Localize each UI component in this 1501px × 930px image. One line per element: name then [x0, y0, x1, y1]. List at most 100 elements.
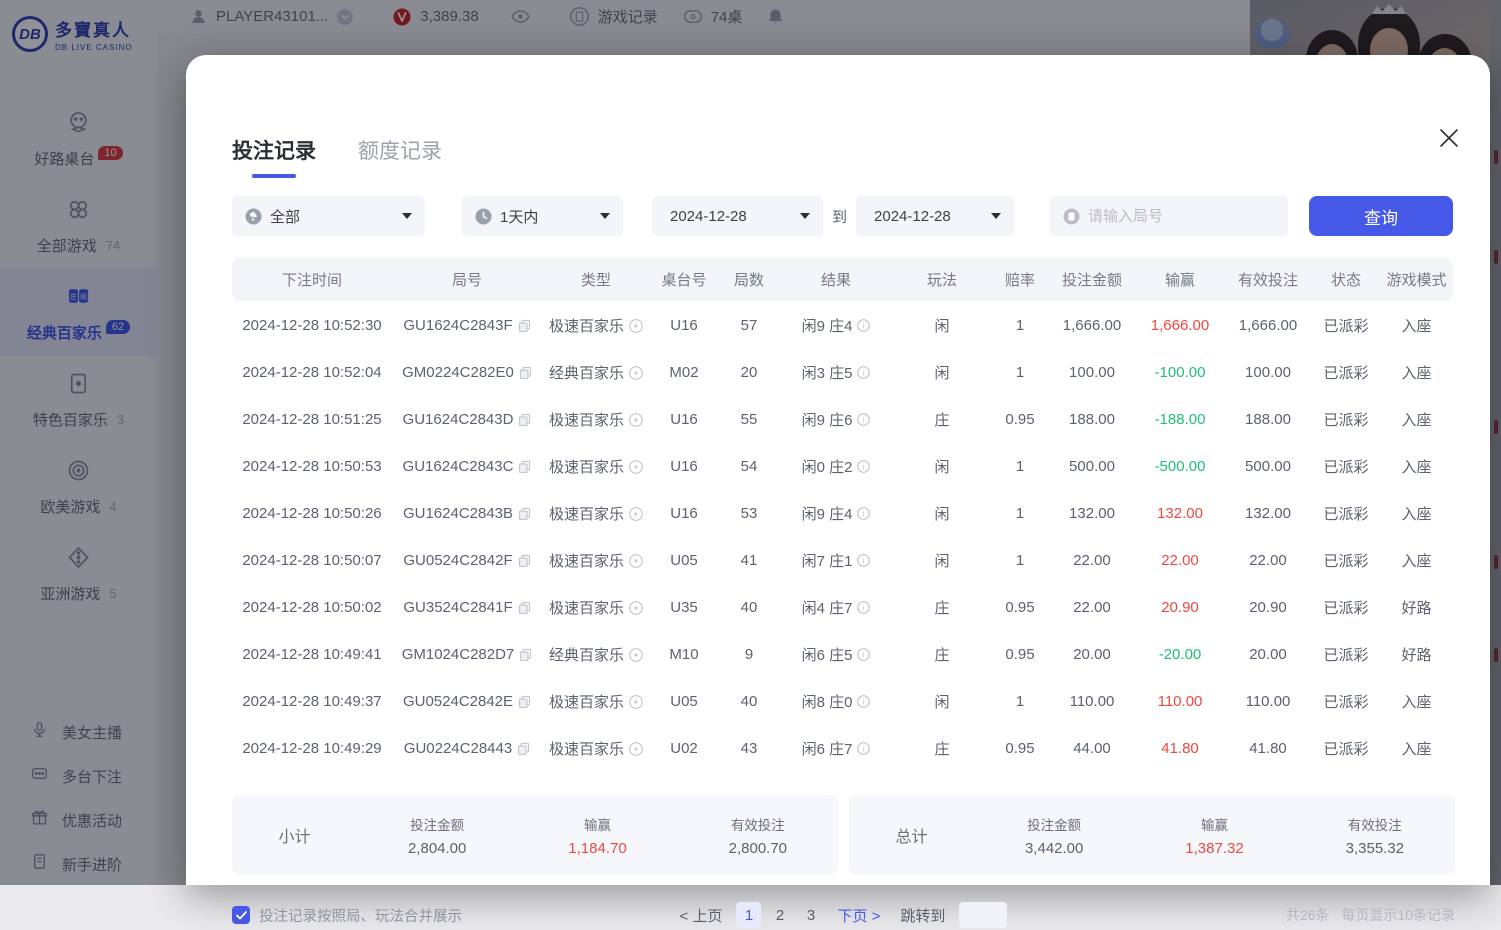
status-cell: 已派彩: [1312, 597, 1380, 618]
query-button[interactable]: 查询: [1309, 196, 1453, 236]
odds-cell: 0.95: [992, 599, 1048, 616]
play-icon[interactable]: [629, 413, 643, 427]
valid-bet-cell: 110.00: [1224, 693, 1312, 710]
close-icon[interactable]: [1434, 123, 1464, 153]
play-icon[interactable]: [629, 742, 643, 756]
copy-icon[interactable]: [518, 507, 531, 520]
date-to-picker[interactable]: 2024-12-28: [856, 196, 1014, 236]
play-icon[interactable]: [629, 319, 643, 333]
merge-records-checkbox[interactable]: [232, 906, 250, 924]
subtotal-bet-value: 2,804.00: [357, 840, 517, 857]
result-cell-text: 闲6 庄5: [802, 644, 853, 665]
info-icon[interactable]: i: [857, 319, 870, 332]
round-no-cell: 40: [718, 599, 780, 616]
table-header-cell: 玩法: [892, 269, 992, 290]
play-icon[interactable]: [629, 507, 643, 521]
pagination-page[interactable]: 3: [798, 902, 823, 928]
tab-inactive[interactable]: 额度记录: [358, 135, 442, 178]
bet-amount-cell: 1,666.00: [1048, 317, 1136, 334]
info-icon[interactable]: i: [857, 601, 870, 614]
copy-icon[interactable]: [518, 413, 531, 426]
round-id-cell: GM1024C282D7: [392, 646, 542, 663]
play-icon[interactable]: [629, 554, 643, 568]
info-icon[interactable]: i: [857, 460, 870, 473]
total-label: 总计: [849, 823, 974, 847]
total-win-value: 1,387.32: [1134, 840, 1294, 857]
bet-time-cell: 2024-12-28 10:50:02: [232, 599, 392, 616]
table-body: 2024-12-28 10:52:30GU1624C2843F极速百家乐U165…: [232, 302, 1453, 772]
table-header-cell: 游戏模式: [1380, 269, 1453, 290]
play-icon[interactable]: [629, 648, 643, 662]
result-cell-text: 闲9 庄4: [802, 315, 853, 336]
game-mode-cell: 入座: [1380, 550, 1453, 571]
copy-icon[interactable]: [519, 648, 532, 661]
info-icon[interactable]: i: [857, 413, 870, 426]
game-type-cell: 极速百家乐: [542, 597, 650, 618]
info-icon[interactable]: i: [857, 554, 870, 567]
result-cell: 闲9 庄4 i: [780, 315, 892, 336]
table-row: 2024-12-28 10:50:53GU1624C2843C极速百家乐U165…: [232, 443, 1453, 490]
bet-amount-label: 投注金额: [974, 814, 1134, 834]
round-no-cell: 20: [718, 364, 780, 381]
round-id-cell: GM0224C282E0: [392, 364, 542, 381]
pagination-next[interactable]: 下页 >: [837, 905, 880, 926]
game-mode-cell: 入座: [1380, 456, 1453, 477]
odds-cell: 0.95: [992, 411, 1048, 428]
pagination-prev[interactable]: < 上页: [680, 905, 723, 926]
play-icon[interactable]: [629, 460, 643, 474]
tab-active[interactable]: 投注记录: [232, 135, 316, 178]
pagination-jump-label: 跳转到: [900, 905, 945, 926]
game-type-cell: 极速百家乐: [542, 738, 650, 759]
copy-icon[interactable]: [518, 460, 531, 473]
result-cell: 闲9 庄4i: [780, 503, 892, 524]
play-icon[interactable]: [629, 366, 643, 380]
table-header-cell: 投注金额: [1048, 269, 1136, 290]
round-id-cell-text: GU1624C2843D: [403, 411, 514, 428]
odds-cell: 1: [992, 364, 1048, 381]
result-cell: 闲0 庄2 i: [780, 456, 892, 477]
per-page-info: 每页显示10条记录: [1341, 905, 1455, 925]
copy-icon[interactable]: [518, 695, 531, 708]
round-id-cell: GU1624C2843C: [392, 458, 542, 475]
game-mode-cell: 入座: [1380, 315, 1453, 336]
copy-icon[interactable]: [518, 319, 531, 332]
play-icon[interactable]: [629, 695, 643, 709]
game-type-cell-text: 经典百家乐: [549, 362, 624, 383]
game-type-select[interactable]: 全部: [232, 196, 425, 236]
modal-footer: 投注记录按照局、玩法合并展示 < 上页 123 下页 > 跳转到 共26条 每页…: [232, 900, 1455, 930]
pagination-page[interactable]: 2: [767, 902, 792, 928]
info-icon[interactable]: i: [857, 742, 870, 755]
total-valid-value: 3,355.32: [1295, 840, 1455, 857]
info-icon[interactable]: i: [857, 366, 870, 379]
round-search-input[interactable]: [1088, 208, 1258, 225]
valid-bet-cell: 22.00: [1224, 552, 1312, 569]
round-no-cell: 55: [718, 411, 780, 428]
odds-cell: 0.95: [992, 646, 1048, 663]
copy-icon[interactable]: [518, 554, 531, 567]
copy-icon[interactable]: [519, 366, 532, 379]
valid-bet-cell: 20.90: [1224, 599, 1312, 616]
copy-icon[interactable]: [518, 601, 531, 614]
pagination-jump-input[interactable]: [959, 902, 1007, 928]
play-type-cell: 闲: [892, 503, 992, 524]
table-no-cell: U16: [650, 317, 718, 334]
play-icon[interactable]: [629, 601, 643, 615]
info-icon[interactable]: i: [857, 695, 870, 708]
win-loss-cell: 132.00: [1136, 505, 1224, 522]
to-label: 到: [832, 206, 847, 227]
subtotal-label: 小计: [232, 823, 357, 847]
result-cell-text: 闲0 庄2: [802, 456, 853, 477]
table-header-cell: 类型: [542, 269, 650, 290]
round-no-cell: 43: [718, 740, 780, 757]
pagination-page[interactable]: 1: [736, 902, 761, 928]
time-range-select[interactable]: 1天内: [462, 196, 623, 236]
result-cell: 闲8 庄0i: [780, 691, 892, 712]
info-icon[interactable]: i: [857, 648, 870, 661]
info-icon[interactable]: i: [857, 507, 870, 520]
play-type-cell: 闲: [892, 362, 992, 383]
copy-icon[interactable]: [517, 742, 530, 755]
game-mode-cell: 好路: [1380, 644, 1453, 665]
round-search-field[interactable]: [1050, 196, 1288, 236]
date-from-picker[interactable]: 2024-12-28: [652, 196, 823, 236]
bet-amount-cell: 500.00: [1048, 458, 1136, 475]
